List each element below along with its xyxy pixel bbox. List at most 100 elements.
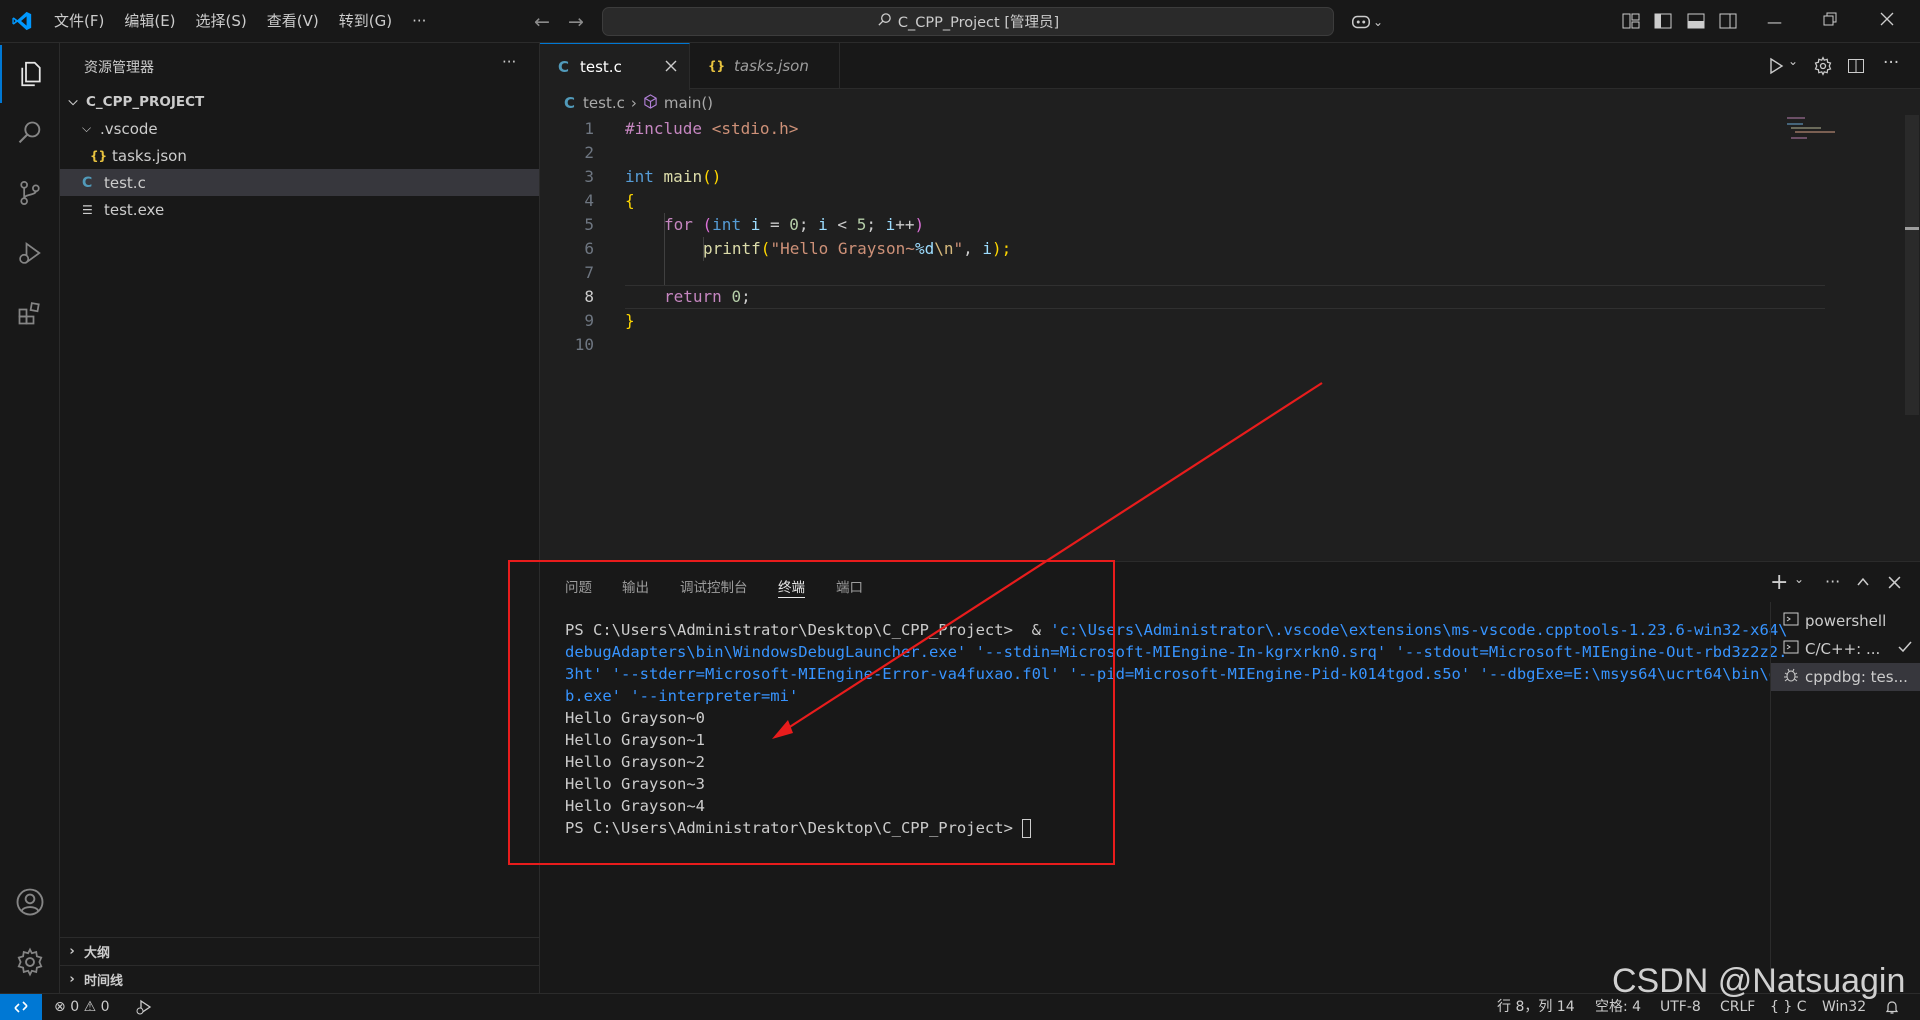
- section-outline[interactable]: › 大纲: [60, 937, 539, 964]
- tree-item-tasks-json[interactable]: {} tasks.json: [60, 142, 539, 169]
- tab-label: test.c: [580, 58, 622, 76]
- terminal-item-cppdbg[interactable]: cppdbg: tes...: [1771, 663, 1920, 691]
- remote-icon[interactable]: [0, 994, 42, 1020]
- tab-output[interactable]: 输出: [622, 576, 649, 598]
- tree-item-label: tasks.json: [112, 146, 187, 165]
- settings-gear-icon[interactable]: [0, 933, 60, 991]
- extensions-icon[interactable]: [0, 284, 60, 342]
- menu-selection[interactable]: 选择(S): [186, 0, 257, 43]
- editor-tabs: C test.c {} tasks.json ⌄ ···: [540, 43, 1920, 90]
- tab-ports[interactable]: 端口: [836, 576, 863, 598]
- run-icon[interactable]: [1767, 57, 1785, 79]
- explorer-sidebar: 资源管理器 ··· ⌵ C_CPP_PROJECT ⌵ .vscode {} t…: [60, 43, 540, 993]
- section-timeline[interactable]: › 时间线: [60, 965, 539, 992]
- error-icon: ⊗: [54, 999, 66, 1015]
- chevron-down-icon[interactable]: ⌄: [1788, 54, 1798, 68]
- tab-tasks-json[interactable]: {} tasks.json: [690, 43, 840, 89]
- line-number: 10: [574, 335, 594, 354]
- close-window-icon[interactable]: [1879, 11, 1901, 33]
- command-center-label: C_CPP_Project [管理员]: [897, 15, 1060, 31]
- back-arrow-icon[interactable]: ←: [530, 10, 554, 34]
- terminal-item-powershell[interactable]: powershell: [1771, 607, 1920, 635]
- account-icon[interactable]: [0, 873, 60, 931]
- code-line-1: #include <stdio.h>: [625, 119, 799, 138]
- chevron-right-icon: ›: [630, 94, 637, 112]
- sidebar-title: 资源管理器: [84, 60, 154, 76]
- cursor-position[interactable]: 行 8，列 14: [1497, 994, 1575, 1020]
- debug-run-icon[interactable]: [135, 994, 153, 1020]
- terminal-command: 3ht' '--stderr=Microsoft-MIEngine-Error-…: [565, 665, 1788, 683]
- language-label: C: [1796, 999, 1807, 1015]
- tree-item-label: .vscode: [100, 119, 158, 138]
- line-number: 6: [584, 239, 594, 258]
- toggle-panel-icon[interactable]: [1686, 11, 1708, 33]
- menu-file[interactable]: 文件(F): [44, 0, 114, 43]
- toggle-sidebar-icon[interactable]: [1653, 11, 1675, 33]
- copilot-icon[interactable]: [1350, 11, 1372, 33]
- customize-layout-icon[interactable]: [1621, 11, 1643, 33]
- terminal-item-label: powershell: [1805, 612, 1887, 630]
- line-number: 3: [584, 167, 594, 186]
- tree-item-vscode[interactable]: ⌵ .vscode: [60, 115, 539, 142]
- breadcrumb-symbol[interactable]: main(): [664, 94, 713, 112]
- restore-icon[interactable]: [1822, 11, 1844, 33]
- toggle-secondary-sidebar-icon[interactable]: [1718, 11, 1740, 33]
- menu-go[interactable]: 转到(G): [329, 0, 402, 43]
- more-actions-icon[interactable]: ···: [1825, 572, 1840, 591]
- line-number: 8: [584, 287, 594, 306]
- close-panel-icon[interactable]: [1888, 575, 1901, 593]
- project-root[interactable]: ⌵ C_CPP_PROJECT: [60, 88, 539, 115]
- tab-debug-console[interactable]: 调试控制台: [680, 576, 748, 598]
- project-name: C_CPP_PROJECT: [86, 93, 205, 110]
- menu-more[interactable]: ···: [402, 0, 436, 43]
- more-actions-icon[interactable]: ···: [502, 53, 516, 71]
- minimap[interactable]: [1787, 115, 1887, 155]
- line-number: 1: [584, 119, 594, 138]
- chevron-right-icon: ›: [69, 943, 75, 959]
- menu-view[interactable]: 查看(V): [257, 0, 329, 43]
- terminal-item-label: cppdbg: tes...: [1805, 668, 1908, 686]
- minimize-icon[interactable]: —: [1767, 11, 1789, 33]
- explorer-icon[interactable]: [0, 45, 60, 103]
- line-number: 5: [584, 215, 594, 234]
- tree-item-test-c[interactable]: C test.c: [60, 169, 539, 196]
- breadcrumb: C test.c › main(): [564, 91, 713, 115]
- code-line-9: }: [625, 311, 635, 330]
- editor-scrollbar[interactable]: [1905, 115, 1919, 415]
- terminal-item-cpp-task[interactable]: C/C++: ...: [1771, 635, 1920, 663]
- terminal-command: b.exe' '--interpreter=mi': [565, 687, 799, 705]
- terminal-cursor: [1022, 819, 1032, 838]
- close-tab-icon[interactable]: [665, 58, 677, 76]
- chevron-right-icon: ›: [69, 971, 75, 987]
- terminal-item-label: C/C++: ...: [1805, 640, 1881, 658]
- command-center[interactable]: C_CPP_Project [管理员]: [602, 7, 1334, 36]
- code-editor[interactable]: 1 2 3 4 5 6 7 8 9 10 #include <stdio.h> …: [540, 117, 1910, 467]
- terminal-output-line: Hello Grayson~0: [565, 709, 705, 727]
- watermark-text: CSDN @Natsuagin: [1612, 962, 1906, 1000]
- forward-arrow-icon[interactable]: →: [564, 10, 588, 34]
- line-number: 9: [584, 311, 594, 330]
- c-file-icon: C: [564, 94, 576, 112]
- problems-status[interactable]: ⊗ 0 ⚠ 0: [54, 994, 110, 1020]
- gear-icon[interactable]: [1813, 56, 1833, 80]
- tab-test-c[interactable]: C test.c: [540, 43, 690, 90]
- chevron-down-icon[interactable]: ⌄: [1794, 572, 1804, 586]
- breadcrumb-file[interactable]: test.c: [583, 94, 625, 112]
- split-editor-icon[interactable]: [1847, 57, 1865, 79]
- tab-terminal[interactable]: 终端: [778, 576, 805, 598]
- menu-edit[interactable]: 编辑(E): [114, 0, 185, 43]
- warning-count: 0: [100, 999, 110, 1015]
- tree-item-label: test.c: [104, 173, 146, 192]
- terminal-icon: [1783, 611, 1799, 631]
- tree-item-test-exe[interactable]: ☰ test.exe: [60, 196, 539, 223]
- more-actions-icon[interactable]: ···: [1883, 53, 1899, 73]
- search-icon[interactable]: [0, 104, 60, 162]
- terminal-output[interactable]: PS C:\Users\Administrator\Desktop\C_CPP_…: [540, 619, 1787, 849]
- tab-problems[interactable]: 问题: [565, 576, 592, 598]
- source-control-icon[interactable]: [0, 164, 60, 222]
- new-terminal-plus-icon[interactable]: +: [1770, 570, 1788, 595]
- maximize-panel-icon[interactable]: [1856, 575, 1870, 593]
- run-debug-icon[interactable]: [0, 224, 60, 282]
- chevron-down-icon[interactable]: ⌄: [1373, 11, 1395, 33]
- chevron-down-icon: ⌵: [82, 121, 92, 135]
